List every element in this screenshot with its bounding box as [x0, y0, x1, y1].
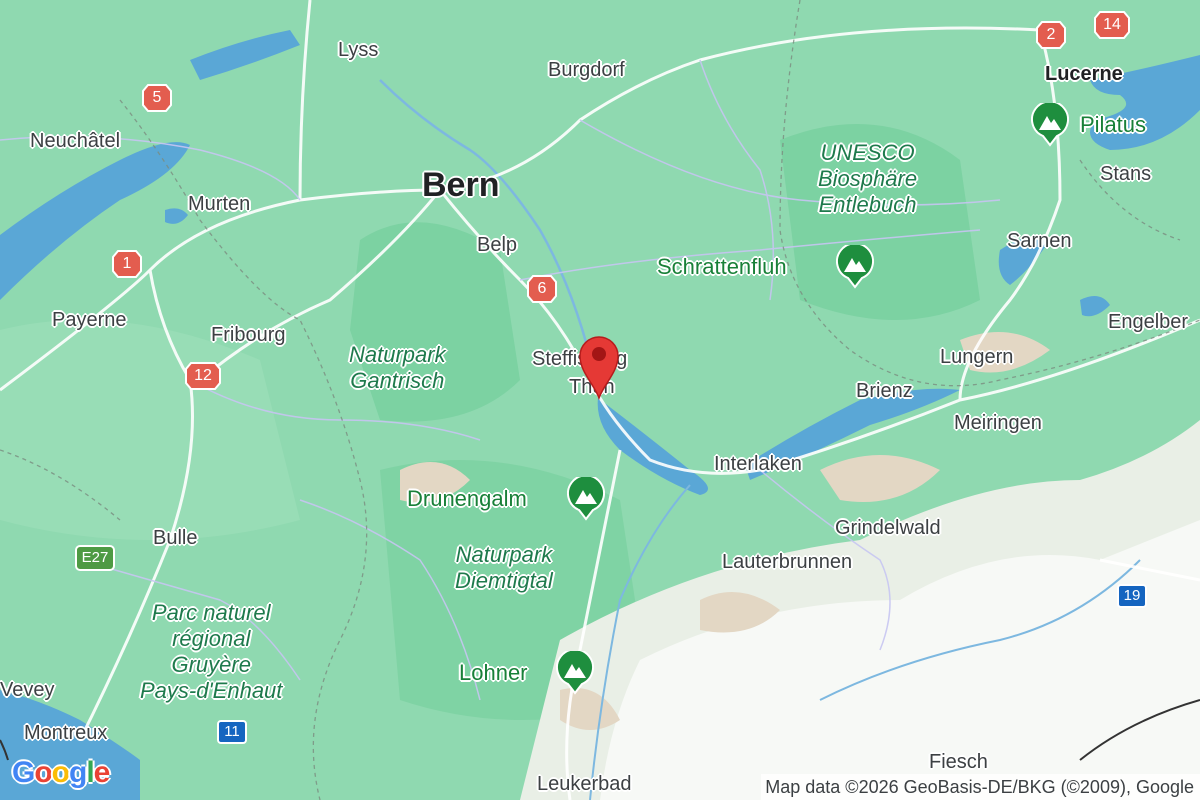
poi-label-drunengalm[interactable]: Drunengalm [407, 488, 527, 510]
place-label-vevey: Vevey [0, 679, 55, 701]
mountain-icon[interactable] [1031, 100, 1069, 147]
park-label-unesco-entlebuch: UNESCO Biosphäre Entlebuch [818, 140, 918, 217]
place-label-bern: Bern [422, 166, 500, 204]
poi-label-lohner[interactable]: Lohner [459, 662, 528, 684]
place-label-engelberg: Engelber [1108, 311, 1189, 333]
mountain-icon[interactable] [567, 474, 605, 521]
place-label-lungern: Lungern [940, 346, 1014, 368]
place-label-meiringen: Meiringen [954, 412, 1042, 434]
road-shield-6: 6 [527, 274, 557, 304]
poi-label-pilatus[interactable]: Pilatus [1080, 114, 1146, 136]
place-label-lauterbrunnen: Lauterbrunnen [722, 551, 853, 573]
logo-letter: l [86, 756, 94, 789]
place-label-burgdorf: Burgdorf [548, 59, 625, 81]
road-shield-2: 2 [1036, 20, 1066, 50]
place-label-belp: Belp [477, 234, 518, 256]
poi-label-schrattenfluh[interactable]: Schrattenfluh [657, 256, 787, 278]
google-logo[interactable]: Google [12, 756, 111, 790]
road-shield-12: 12 [185, 361, 221, 391]
place-label-bulle: Bulle [153, 527, 198, 549]
road-shield-5: 5 [142, 83, 172, 113]
map-canvas[interactable]: Lyss Burgdorf Lucerne Neuchâtel Bern Sta… [0, 0, 1200, 800]
logo-letter: o [51, 756, 70, 789]
road-shield-11: 11 [217, 720, 247, 744]
road-shield-19: 19 [1117, 584, 1147, 608]
place-label-lyss: Lyss [338, 39, 379, 61]
mountain-icon[interactable] [836, 242, 874, 289]
place-label-fribourg: Fribourg [211, 324, 286, 346]
place-label-fiesch: Fiesch [929, 751, 988, 773]
logo-letter: g [69, 756, 87, 789]
place-label-stans: Stans [1100, 163, 1152, 185]
park-label-diemtigtal: Naturpark Diemtigtal [455, 542, 553, 593]
place-label-payerne: Payerne [52, 309, 127, 331]
road-shield-1: 1 [112, 249, 142, 279]
park-label-gruyere: Parc naturel régional Gruyère Pays-d'Enh… [140, 600, 283, 703]
logo-letter: e [93, 756, 111, 789]
place-label-montreux: Montreux [24, 722, 108, 744]
place-label-sarnen: Sarnen [1007, 230, 1072, 252]
map-attribution[interactable]: Map data ©2026 GeoBasis-DE/BKG (©2009), … [761, 774, 1200, 800]
road-shield-14: 14 [1094, 10, 1130, 40]
map-pin-icon[interactable] [572, 328, 626, 401]
road-shield-e27: E27 [75, 545, 115, 571]
logo-letter: o [34, 756, 52, 789]
place-label-neuchatel: Neuchâtel [30, 130, 121, 152]
place-label-brienz: Brienz [856, 380, 913, 402]
place-label-grindelwald: Grindelwald [835, 517, 941, 539]
park-label-gantrisch: Naturpark Gantrisch [349, 342, 446, 393]
place-label-murten: Murten [188, 193, 251, 215]
place-label-lucerne: Lucerne [1045, 63, 1123, 85]
place-label-leukerbad: Leukerbad [537, 773, 632, 795]
logo-letter: G [12, 756, 35, 789]
mountain-icon[interactable] [556, 648, 594, 695]
place-label-interlaken: Interlaken [714, 453, 802, 475]
